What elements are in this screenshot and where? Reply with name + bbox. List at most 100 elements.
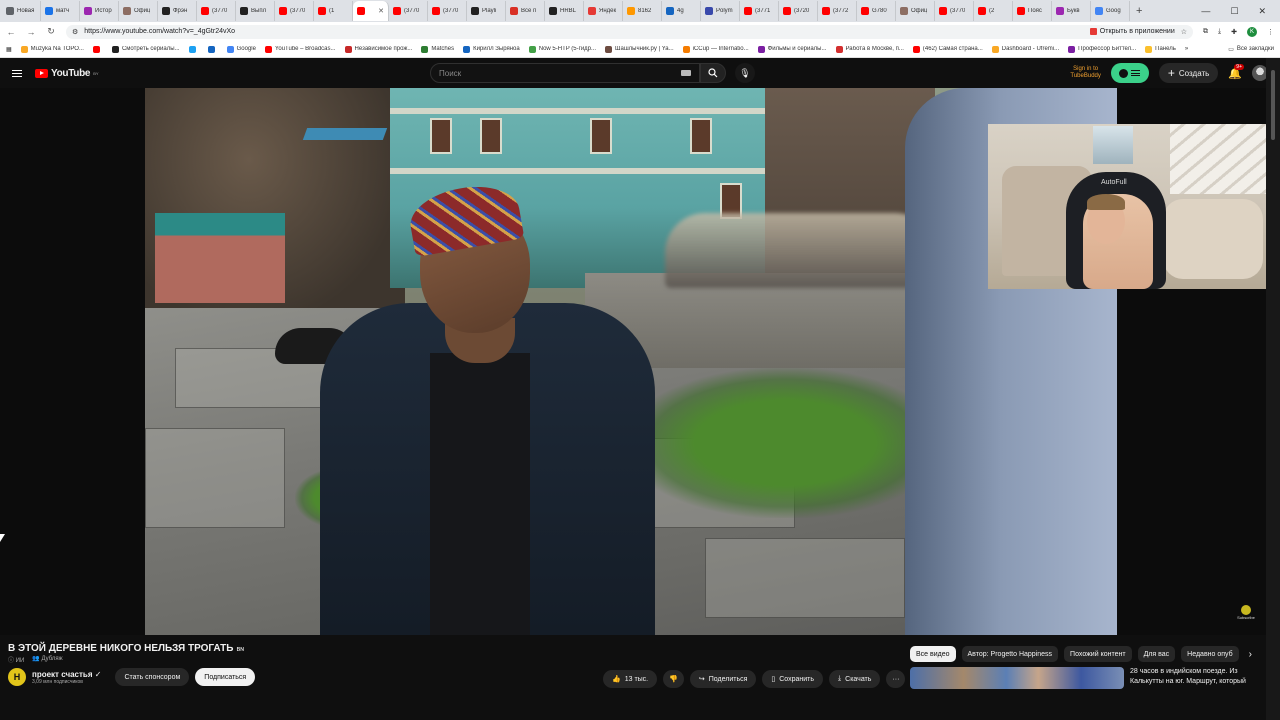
channel-avatar[interactable]: H [8,668,26,686]
chips-next-icon[interactable]: › [1249,649,1252,660]
join-sponsor-button[interactable]: Стать спонсором [115,668,190,686]
browser-tab[interactable]: Выпл [236,1,275,21]
browser-tab[interactable]: Фрэн [158,1,197,21]
browser-tab[interactable]: G780 [857,1,896,21]
browser-tab[interactable]: Goog [1091,1,1130,21]
browser-tab[interactable]: (3770 [935,1,974,21]
filter-chip[interactable]: Все видео [910,646,956,662]
bookmark-item[interactable]: Matches [421,45,454,53]
browser-tab[interactable]: (3772 [818,1,857,21]
browser-tab[interactable]: Букв [1052,1,1091,21]
related-video-title[interactable]: 28 часов в индийском поезде. Из Калькутт… [1130,667,1255,689]
channel-name[interactable]: проект счастья ✓ [32,670,101,679]
filter-chip[interactable]: Похожий контент [1064,646,1132,662]
search-input[interactable]: Поиск [430,63,700,83]
browser-tab[interactable]: (2 [974,1,1013,21]
related-video-thumbnail[interactable] [910,667,1124,689]
video-frame[interactable] [145,88,1117,635]
omnibox[interactable]: ⚙ https://www.youtube.com/watch?v=_4gGtr… [66,24,1194,39]
bookmark-item[interactable]: (462) Самая страна... [912,45,983,53]
browser-tab[interactable]: Офиц [896,1,935,21]
tubebuddy-menu-button[interactable] [1110,63,1149,83]
browser-tab[interactable]: ✕ [353,1,389,21]
notifications-button[interactable]: 🔔 9+ [1228,63,1244,80]
browser-tab[interactable]: матч [41,1,80,21]
browser-tab[interactable]: 4g [662,1,701,21]
search-button[interactable] [700,63,726,83]
bookmark-item[interactable]: Now 5-HTP (5-гидр... [528,45,596,53]
bookmark-item[interactable]: iCCup — Internatio... [682,45,749,53]
keyboard-icon[interactable] [681,70,691,76]
bookmark-item[interactable]: Работа в Москве, п... [835,45,904,53]
browser-tab[interactable]: Polym [701,1,740,21]
back-icon[interactable]: ← [6,27,16,37]
share-button[interactable]: ↪ Поделиться [689,670,757,688]
filter-chip[interactable]: Для вас [1137,646,1176,662]
browser-tab[interactable]: Офиц [119,1,158,21]
bookmark-item[interactable] [207,45,218,53]
forward-icon[interactable]: → [26,27,36,37]
minimize-icon[interactable]: — [1201,6,1210,17]
tubebuddy-signin-link[interactable]: Sign in to TubeBuddy [1070,66,1100,80]
bookmark-item[interactable]: Смотреть сериалы... [111,45,180,53]
browser-tab[interactable]: Истор [80,1,119,21]
browser-tab[interactable]: Все п [506,1,545,21]
subscribe-button[interactable]: Подписаться [195,668,256,686]
bookmark-item[interactable]: Независимое прож... [344,45,412,53]
reload-icon[interactable]: ↻ [46,26,56,37]
close-tab-icon[interactable]: ✕ [378,7,384,15]
browser-tab[interactable]: (3770 [389,1,428,21]
bookmark-item[interactable] [188,45,199,53]
apps-grid-icon[interactable]: ▦ [6,46,12,53]
subscribe-watermark[interactable]: Subscribe [1236,605,1256,620]
youtube-logo[interactable]: YouTube BY [35,68,99,79]
like-button[interactable]: 👍 13 тыс. [603,670,658,688]
bookmark-item[interactable]: Панель [1145,45,1176,53]
browser-tab[interactable]: (3770 [197,1,236,21]
bookmark-item[interactable]: Шашлычник.ру | Ya... [605,45,674,53]
bookmark-item[interactable] [92,45,103,53]
site-info-icon[interactable]: ⚙ [72,28,78,36]
browser-tab[interactable]: Playli [467,1,506,21]
hamburger-menu-icon[interactable] [12,69,22,77]
browser-tab[interactable]: Новая [2,1,41,21]
bookmark-star-icon[interactable]: ☆ [1181,28,1187,36]
profile-avatar[interactable]: K [1247,26,1257,37]
page-scrollbar[interactable] [1266,58,1280,720]
puzzle-icon[interactable]: ✚ [1231,28,1237,36]
browser-tab[interactable]: (3720 [779,1,818,21]
all-bookmarks-button[interactable]: ▭ Все закладки [1228,46,1274,53]
bookmark-item[interactable]: Профессор Биттел... [1068,45,1136,53]
browser-tab[interactable]: 8162 [623,1,662,21]
close-window-icon[interactable]: ✕ [1258,6,1266,17]
browser-tab[interactable]: (3771 [740,1,779,21]
bookmark-item[interactable]: Dashboard - Ufremi... [991,45,1059,53]
save-button[interactable]: ▯ Сохранить [762,670,824,688]
new-tab-button[interactable]: + [1130,5,1148,17]
filter-chip[interactable]: Недавно опуб [1181,646,1239,662]
bookmark-item[interactable]: Muzyka Na ТОРО... [20,45,84,53]
maximize-icon[interactable]: ☐ [1230,6,1238,17]
browser-tab[interactable]: HRBL [545,1,584,21]
related-video-item[interactable]: 28 часов в индийском поезде. Из Калькутт… [910,667,1255,689]
create-button[interactable]: + Создать [1158,63,1219,83]
more-actions-button[interactable]: ··· [886,670,906,688]
browser-tab[interactable]: (3770 [275,1,314,21]
extension-icon[interactable]: ⧉ [1203,28,1208,36]
scrollbar-thumb[interactable] [1271,70,1275,140]
bookmarks-overflow[interactable]: » [1185,46,1188,52]
open-in-app-button[interactable]: Открыть в приложении [1089,28,1175,35]
browser-tab[interactable]: Яндек [584,1,623,21]
bookmark-item[interactable]: Google [226,45,256,53]
download-icon[interactable]: ⤓ [1218,28,1221,36]
bookmark-item[interactable]: Кирилл Зыряноа [463,45,520,53]
voice-search-button[interactable]: 🎙 [735,63,755,83]
bookmark-item[interactable]: YouTube – Broadcas... [264,45,336,53]
browser-tab[interactable]: (1 [314,1,353,21]
browser-tab[interactable]: Пояс [1013,1,1052,21]
download-button[interactable]: ⤓ Скачать [829,670,881,688]
bookmark-item[interactable]: Фильмы и сериалы... [757,45,827,53]
filter-chip[interactable]: Автор: Progetto Happiness [961,646,1059,662]
dislike-button[interactable]: 👎 [663,670,684,688]
menu-kebab-icon[interactable]: ⋮ [1267,28,1274,36]
